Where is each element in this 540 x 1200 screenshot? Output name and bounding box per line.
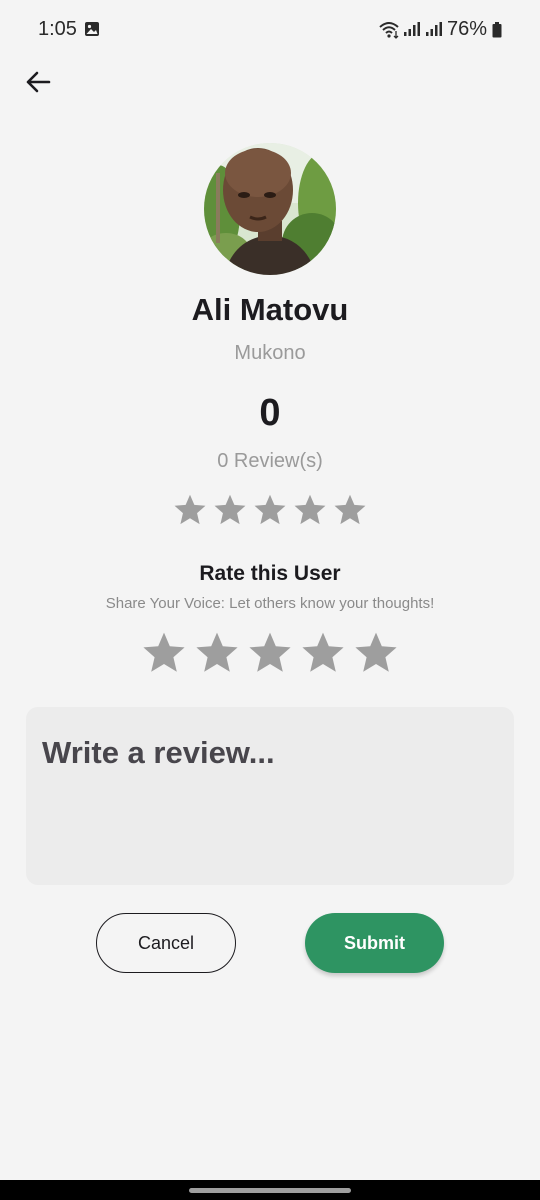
rating-stars-display [172,492,368,530]
star-icon [355,632,397,672]
star-icon [249,632,291,672]
cancel-button[interactable]: Cancel [96,913,236,973]
review-input-placeholder: Write a review... [42,735,275,770]
review-count: 0 Review(s) [217,450,323,472]
star-icon [302,632,344,672]
rate-user-screen: 1:05 76% Ali Matovu Mukono 0 0 Review(s)… [0,0,540,1200]
star-icon [174,494,206,525]
rate-star-3[interactable] [246,629,294,677]
rating-stars-input [140,629,400,679]
review-input[interactable]: Write a review... [26,707,514,885]
status-bar: 1:05 76% [0,0,540,60]
profile-name: Ali Matovu [191,292,349,327]
star-icon [334,494,366,525]
star-icon [196,632,238,672]
rate-section-subtitle: Share Your Voice: Let others know your t… [105,595,435,612]
rate-star-5[interactable] [352,629,400,677]
average-rating: 0 [259,392,281,434]
rate-star-2[interactable] [193,629,241,677]
submit-button[interactable]: Submit [305,913,444,973]
wifi-icon [379,21,401,44]
star-icon [254,494,286,525]
battery-icon [492,22,502,43]
arrow-left-icon [26,71,51,93]
star-icon [294,494,326,525]
avatar [204,143,336,275]
signal-icon [403,21,421,42]
back-button[interactable] [18,62,58,102]
rate-star-1[interactable] [140,629,188,677]
status-time: 1:05 [38,18,77,40]
profile-location: Mukono [234,342,306,364]
rate-section-title: Rate this User [199,562,341,585]
rate-star-4[interactable] [299,629,347,677]
signal-icon [425,21,443,42]
home-gesture-handle[interactable] [189,1188,351,1193]
battery-percentage: 76% [447,18,488,40]
star-icon [214,494,246,525]
star-icon [143,632,185,672]
gallery-icon [84,21,100,42]
